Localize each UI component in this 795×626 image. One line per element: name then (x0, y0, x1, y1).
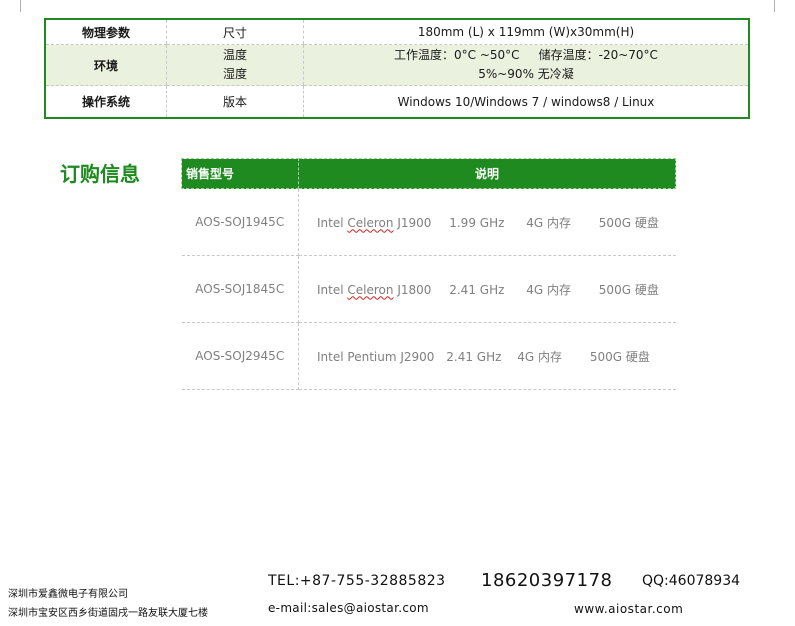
cpu-vendor: Intel (317, 282, 348, 297)
table-row: 环境 温度 湿度 工作温度：0°C ~50°C 储存温度：-20~70°C 5%… (45, 44, 749, 86)
cpu-name: Intel Celeron J1900 (317, 216, 431, 230)
model-cell: AOS-SOJ1945C (181, 188, 299, 256)
table-row: AOS-SOJ1945C Intel Celeron J1900 1.99 GH… (181, 188, 676, 256)
spec-table: 物理参数 尺寸 180mm (L) x 119mm (W)x30mm(H) 环境… (44, 18, 750, 119)
model-cell: AOS-SOJ1845C (181, 255, 299, 323)
spec-value-cell: 工作温度：0°C ~50°C 储存温度：-20~70°C 5%~90% 无冷凝 (303, 44, 749, 86)
table-row: 物理参数 尺寸 180mm (L) x 119mm (W)x30mm(H) (45, 19, 749, 45)
model-cell: AOS-SOJ2945C (181, 322, 299, 390)
cpu-model: J1900 (393, 215, 432, 230)
disk-spec: 500G 硬盘 (598, 215, 659, 230)
spec-item-cell: 温度 湿度 (166, 44, 304, 86)
model-column-header: 销售型号 (181, 158, 299, 189)
spec-value: 180mm (L) x 119mm (W)x30mm(H) (303, 19, 749, 45)
telephone: TEL:+87-755-32885823 (268, 573, 446, 589)
cpu-name: Intel Pentium J2900 (317, 350, 434, 364)
spec-item: 版本 (166, 85, 304, 118)
email-address: e-mail:sales@aiostar.com (268, 601, 429, 615)
ram-spec: 4G 内存 (526, 215, 571, 230)
order-section-title: 订购信息 (60, 162, 140, 186)
page-footer: 深圳市爱鑫微电子有限公司 深圳市宝安区西乡街道固戌一路友联大厦七楼 TEL:+8… (0, 556, 795, 626)
spec-item: 尺寸 (166, 19, 304, 45)
description-column-header: 说明 (298, 158, 676, 189)
disk-spec: 500G 硬盘 (589, 349, 650, 364)
margin-mark (774, 0, 775, 12)
spec-value: Windows 10/Windows 7 / windows8 / Linux (303, 85, 749, 118)
cpu-frequency: 1.99 GHz (449, 215, 505, 230)
table-row: 操作系统 版本 Windows 10/Windows 7 / windows8 … (45, 85, 749, 118)
spec-value: 5%~90% 无冷凝 (478, 67, 574, 81)
document-page: 物理参数 尺寸 180mm (L) x 119mm (W)x30mm(H) 环境… (0, 0, 795, 556)
table-row: AOS-SOJ1845C Intel Celeron J1800 2.41 GH… (181, 255, 676, 323)
spec-value: 工作温度：0°C ~50°C 储存温度：-20~70°C (394, 48, 658, 62)
spec-category: 环境 (45, 44, 167, 86)
company-address: 深圳市宝安区西乡街道固戌一路友联大厦七楼 (8, 608, 208, 619)
qq-number: QQ:46078934 (642, 573, 741, 589)
cpu-frequency: 2.41 GHz (449, 282, 505, 297)
cpu-model: J2900 (396, 349, 435, 364)
spec-category: 物理参数 (45, 19, 167, 45)
website: www.aiostar.com (574, 602, 684, 616)
cpu-brand: Pentium (347, 349, 397, 364)
cpu-frequency: 2.41 GHz (446, 349, 502, 364)
cpu-name: Intel Celeron J1800 (317, 283, 431, 297)
mobile-number: 18620397178 (481, 570, 613, 591)
company-name: 深圳市爱鑫微电子有限公司 (8, 589, 128, 600)
spec-item: 温度 (222, 48, 247, 62)
ram-spec: 4G 内存 (526, 282, 571, 297)
description-cell: Intel Celeron J1900 1.99 GHz 4G 内存 500G … (298, 188, 676, 256)
table-row: AOS-SOJ2945C Intel Pentium J2900 2.41 GH… (181, 322, 676, 390)
cpu-vendor: Intel (317, 349, 348, 364)
order-table-header: 销售型号 说明 (181, 158, 676, 189)
margin-mark (20, 0, 21, 12)
cpu-brand: Celeron (347, 215, 394, 230)
disk-spec: 500G 硬盘 (598, 282, 659, 297)
cpu-brand: Celeron (347, 282, 394, 297)
cpu-model: J1800 (393, 282, 432, 297)
cpu-vendor: Intel (317, 215, 348, 230)
spec-item: 湿度 (222, 67, 247, 81)
description-cell: Intel Celeron J1800 2.41 GHz 4G 内存 500G … (298, 255, 676, 323)
spec-category: 操作系统 (81, 95, 130, 109)
description-cell: Intel Pentium J2900 2.41 GHz 4G 内存 500G … (298, 322, 676, 390)
ram-spec: 4G 内存 (517, 349, 562, 364)
order-table: 销售型号 说明 AOS-SOJ1945C Intel Celeron J1900… (181, 158, 676, 390)
